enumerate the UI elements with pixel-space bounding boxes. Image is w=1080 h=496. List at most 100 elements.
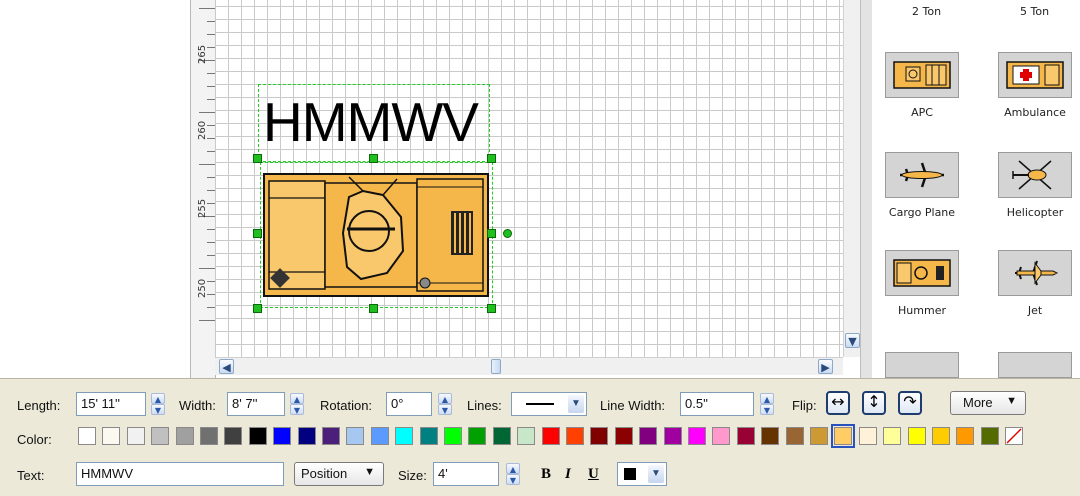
color-swatch[interactable]	[956, 427, 975, 445]
color-swatch[interactable]	[566, 427, 584, 445]
color-swatch[interactable]	[370, 427, 389, 445]
color-swatch[interactable]	[712, 427, 731, 445]
color-swatch[interactable]	[322, 427, 340, 445]
hummer-vehicle-icon[interactable]	[263, 173, 489, 298]
position-button-label: Position	[301, 466, 348, 481]
flip-vertical-button[interactable]: ↕	[862, 391, 886, 415]
left-pane	[0, 0, 191, 378]
palette-item-hummer[interactable]: Hummer	[877, 250, 967, 317]
color-swatch[interactable]	[78, 427, 96, 445]
hummer-object-selection[interactable]	[260, 162, 493, 308]
scroll-left-button[interactable]: ◀	[219, 359, 234, 374]
color-swatch[interactable]	[590, 427, 609, 445]
color-swatch[interactable]	[980, 427, 999, 445]
size-input[interactable]: 4'	[433, 462, 499, 486]
palette-item-partial[interactable]	[998, 352, 1072, 378]
chevron-down-icon: ▼	[364, 466, 375, 478]
rotate-button[interactable]: ↷	[898, 391, 922, 415]
no-color-swatch[interactable]	[1005, 427, 1024, 445]
flip-horizontal-button[interactable]: ↔	[826, 391, 850, 415]
color-swatch[interactable]	[614, 427, 633, 445]
resize-handle[interactable]	[487, 229, 496, 238]
color-swatch[interactable]	[541, 427, 560, 445]
color-swatch[interactable]	[858, 427, 877, 445]
horizontal-scrollbar[interactable]: ◀ ▶	[215, 357, 843, 375]
color-swatch[interactable]	[126, 427, 145, 445]
color-swatch[interactable]	[151, 427, 170, 445]
line-style-select[interactable]: ▼	[511, 392, 587, 416]
resize-handle[interactable]	[487, 154, 496, 163]
color-swatch[interactable]	[761, 427, 780, 445]
line-style-preview	[526, 403, 554, 405]
color-swatch[interactable]	[831, 424, 856, 448]
color-swatch[interactable]	[883, 427, 902, 445]
rotation-spinner[interactable]: ▲ ▼	[438, 393, 452, 415]
color-swatch[interactable]	[492, 427, 511, 445]
color-swatch[interactable]	[200, 427, 218, 445]
scroll-right-button[interactable]: ▶	[818, 359, 833, 374]
width-input[interactable]: 8' 7''	[227, 392, 285, 416]
resize-handle[interactable]	[253, 154, 262, 163]
width-spinner[interactable]: ▲ ▼	[290, 393, 304, 415]
palette-label: 2 Ton	[912, 5, 942, 18]
color-swatch[interactable]	[444, 427, 462, 445]
color-swatch[interactable]	[395, 427, 414, 445]
color-swatch[interactable]	[346, 427, 365, 445]
color-swatch[interactable]	[248, 427, 267, 445]
palette-item-partial[interactable]	[885, 352, 959, 378]
resize-handle[interactable]	[369, 304, 378, 313]
color-swatch[interactable]	[102, 427, 121, 445]
color-swatch[interactable]	[663, 427, 682, 445]
text-input[interactable]: HMMWV	[76, 462, 284, 486]
size-spinner[interactable]: ▲ ▼	[506, 463, 520, 485]
line-width-input[interactable]: 0.5''	[680, 392, 754, 416]
ruler-label: 260	[197, 120, 208, 140]
color-swatch[interactable]	[273, 427, 292, 445]
font-color-picker[interactable]: ▼	[617, 462, 667, 486]
palette-item-helicopter[interactable]: Helicopter	[990, 152, 1080, 219]
hummer-icon	[893, 259, 951, 287]
palette-item-ambulance[interactable]: Ambulance	[990, 52, 1080, 119]
color-swatch[interactable]	[810, 427, 828, 445]
text-object[interactable]: HMMWV	[263, 89, 479, 155]
palette-item-cargo-plane[interactable]: Cargo Plane	[877, 152, 967, 219]
color-swatch[interactable]	[688, 427, 706, 445]
length-input[interactable]: 15' 11''	[76, 392, 146, 416]
color-swatch[interactable]	[517, 427, 536, 445]
resize-handle[interactable]	[253, 229, 262, 238]
palette-item-apc[interactable]: APC	[877, 52, 967, 119]
underline-button[interactable]: U	[588, 466, 599, 483]
more-button[interactable]: More ▼	[950, 391, 1026, 415]
line-width-spinner[interactable]: ▲ ▼	[760, 393, 774, 415]
resize-handle[interactable]	[487, 304, 496, 313]
color-swatch[interactable]	[297, 427, 316, 445]
rotate-icon: ↷	[903, 392, 917, 411]
palette-item-jet[interactable]: Jet	[990, 250, 1080, 317]
scroll-down-button[interactable]: ▼	[845, 333, 860, 348]
palette-item-label: Ambulance	[1004, 106, 1066, 119]
color-swatch[interactable]	[907, 427, 926, 445]
color-swatch[interactable]	[419, 427, 438, 445]
color-swatch[interactable]	[639, 427, 658, 445]
resize-handle[interactable]	[369, 154, 378, 163]
color-swatch[interactable]	[932, 427, 950, 445]
color-swatch[interactable]	[175, 427, 194, 445]
italic-button[interactable]: I	[565, 466, 571, 483]
chevron-down-icon: ▼	[568, 395, 584, 413]
color-swatch[interactable]	[785, 427, 804, 445]
resize-handle[interactable]	[253, 304, 262, 313]
vertical-ruler: 265 260 255 250	[190, 0, 216, 378]
rotate-handle[interactable]	[503, 229, 512, 238]
color-swatch[interactable]	[468, 427, 487, 445]
length-spinner[interactable]: ▲ ▼	[151, 393, 165, 415]
shape-palette: 2 Ton 5 Ton APC Ambulance Cargo Plane He…	[872, 0, 1080, 378]
color-swatch[interactable]	[224, 427, 243, 445]
horizontal-scroll-thumb[interactable]	[491, 359, 501, 374]
rotation-input[interactable]: 0°	[386, 392, 432, 416]
vertical-scrollbar[interactable]: ▼	[843, 0, 861, 357]
bold-button[interactable]: B	[541, 466, 551, 483]
color-swatch[interactable]	[736, 427, 755, 445]
position-button[interactable]: Position ▼	[294, 462, 384, 486]
text-object-selection[interactable]: HMMWV	[258, 84, 490, 162]
drawing-canvas[interactable]: HMMWV	[215, 0, 843, 357]
